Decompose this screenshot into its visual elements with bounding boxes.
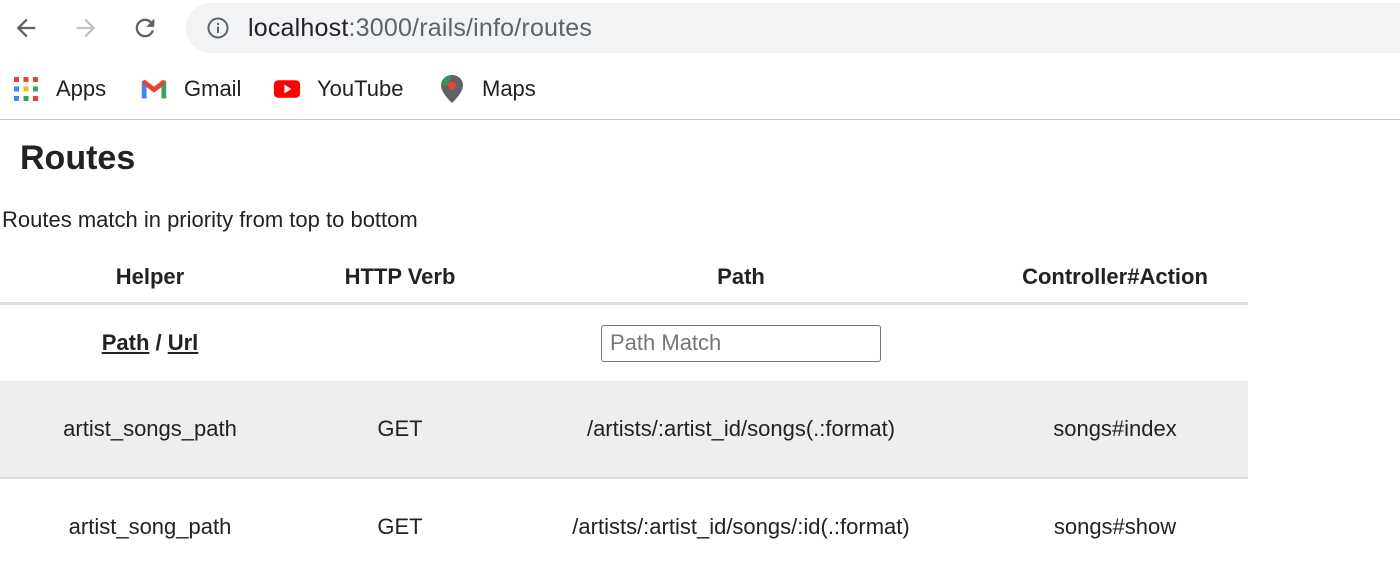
helper-switcher: Path / Url bbox=[0, 304, 300, 382]
forward-arrow-icon bbox=[76, 18, 96, 38]
route-path: /artists/:artist_id/songs(.:format) bbox=[500, 381, 982, 479]
youtube-icon bbox=[273, 75, 301, 103]
page-subtitle: Routes match in priority from top to bot… bbox=[2, 207, 418, 232]
forward-button[interactable] bbox=[66, 8, 106, 48]
header-helper: Helper bbox=[0, 252, 300, 305]
bookmark-youtube[interactable]: YouTube bbox=[273, 72, 403, 106]
url-host: localhost bbox=[248, 14, 349, 42]
routes-table: Helper HTTP Verb Path Controller#Action … bbox=[0, 252, 1248, 575]
route-action: songs#index bbox=[982, 381, 1248, 479]
filter-row: Path / Url bbox=[0, 304, 1248, 382]
route-helper: artist_songs_path bbox=[0, 381, 300, 479]
url-link[interactable]: Url bbox=[168, 330, 199, 355]
url-path: :3000/rails/info/routes bbox=[348, 14, 593, 42]
path-url-switcher: Path / Url bbox=[102, 330, 199, 355]
table-row: artist_song_path GET /artists/:artist_id… bbox=[0, 478, 1248, 575]
bookmark-maps[interactable]: Maps bbox=[438, 72, 536, 106]
browser-toolbar: localhost:3000/rails/info/routes Apps Gm… bbox=[0, 0, 1400, 120]
route-path: /artists/:artist_id/songs/:id(.:format) bbox=[572, 514, 910, 539]
site-info-icon[interactable] bbox=[206, 16, 230, 40]
page-title: Routes bbox=[20, 139, 136, 177]
reload-button[interactable] bbox=[125, 8, 165, 48]
reload-icon bbox=[135, 18, 155, 38]
bookmarks-bar: Apps Gmail YouTube Maps bbox=[0, 64, 1400, 114]
back-button[interactable] bbox=[6, 8, 46, 48]
route-action: songs#show bbox=[1053, 514, 1177, 539]
header-http-verb: HTTP Verb bbox=[300, 252, 500, 305]
bookmark-label-maps: Maps bbox=[482, 76, 536, 101]
route-verb: GET bbox=[377, 514, 423, 539]
back-arrow-icon bbox=[16, 18, 36, 38]
bookmark-apps[interactable]: Apps bbox=[12, 72, 106, 106]
gmail-icon bbox=[140, 75, 168, 103]
switcher-separator: / bbox=[149, 330, 168, 355]
maps-pin-icon bbox=[438, 75, 466, 103]
toolbar-divider bbox=[0, 119, 1400, 120]
bookmark-gmail[interactable]: Gmail bbox=[140, 72, 241, 106]
path-match-input[interactable] bbox=[601, 324, 881, 362]
filter-empty-verb bbox=[300, 304, 500, 382]
address-bar[interactable]: localhost:3000/rails/info/routes bbox=[186, 3, 1400, 53]
header-controller-action: Controller#Action bbox=[982, 252, 1248, 305]
route-helper: artist_song_path bbox=[68, 514, 232, 539]
filter-search-cell bbox=[500, 304, 982, 382]
table-header-row: Helper HTTP Verb Path Controller#Action bbox=[0, 252, 1248, 305]
bookmark-label-youtube: YouTube bbox=[317, 76, 404, 101]
path-link[interactable]: Path bbox=[102, 330, 150, 355]
apps-grid-icon bbox=[12, 75, 40, 103]
filter-empty-action bbox=[982, 304, 1248, 382]
route-verb: GET bbox=[300, 381, 500, 479]
header-path: Path bbox=[500, 252, 982, 305]
address-url: localhost:3000/rails/info/routes bbox=[248, 13, 592, 43]
table-row: artist_songs_path GET /artists/:artist_i… bbox=[0, 381, 1248, 479]
bookmark-label-gmail: Gmail bbox=[184, 76, 242, 101]
bookmark-label-apps: Apps bbox=[56, 76, 107, 101]
